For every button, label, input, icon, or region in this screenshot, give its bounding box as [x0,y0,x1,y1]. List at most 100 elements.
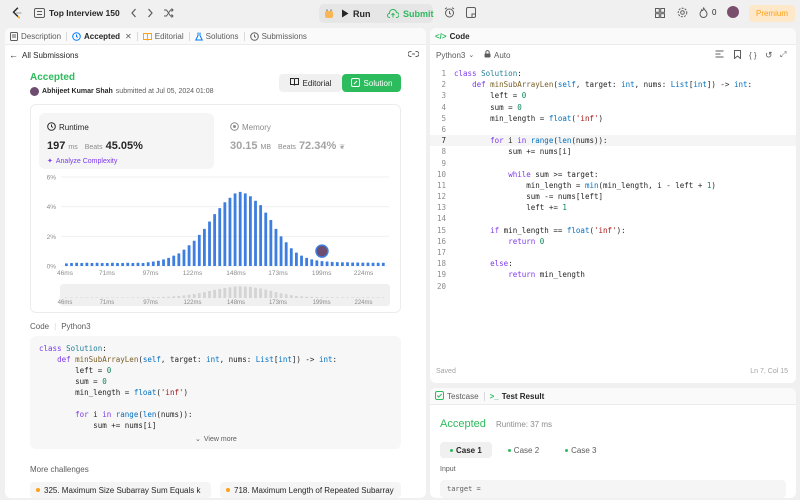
code-line[interactable]: 9 [430,158,796,169]
line-number: 10 [436,169,446,179]
language-select[interactable]: Python3 ⌄ [436,51,474,60]
overview-bar [70,297,73,299]
preview-line: def minSubArrayLen(self, target: int, nu… [57,355,338,364]
leetcode-logo[interactable] [10,6,24,20]
code-line[interactable]: 16 return 0 [430,236,796,247]
back-to-submissions[interactable]: ← All Submissions [9,50,78,60]
expand-icon[interactable]: ⤢ [780,50,786,60]
auto-mode[interactable]: Auto [484,50,510,60]
x-tick-label: 122ms [183,270,203,277]
code-line[interactable]: 10 while sum >= target: [430,169,796,180]
code-line[interactable]: 18 else: [430,258,796,269]
settings-gear-icon[interactable] [677,7,688,18]
tab-solutions[interactable]: Solutions [190,28,244,45]
play-icon [342,9,349,18]
code-line[interactable]: 12 sum -= nums[left] [430,191,796,202]
author-name[interactable]: Abhijeet Kumar Shah [42,88,113,95]
tab-code[interactable]: </> Code [430,28,475,45]
overview-bar [65,297,68,299]
code-line[interactable]: 19 return min_length [430,269,796,280]
case-tab[interactable]: Case 3 [555,442,606,458]
problem-list-nav[interactable]: Top Interview 150 [34,8,120,18]
submit-button[interactable]: Submit [387,4,434,23]
alarm-clock-icon[interactable] [444,7,455,18]
code-line[interactable]: 5 min_length = float('inf') [430,113,796,124]
debug-icon[interactable] [324,8,334,19]
memory-label-row: Memory [230,122,271,133]
bookmark-icon[interactable] [734,49,741,61]
case-tab[interactable]: Case 1 [440,442,492,458]
code-line[interactable]: 11 min_length = min(min_length, i - left… [430,180,796,191]
code-line[interactable]: 7 for i in range(len(nums)): [430,135,796,147]
close-tab-icon[interactable]: ✕ [125,32,132,41]
challenge-card[interactable]: 718. Maximum Length of Repeated Subarray [220,482,401,498]
distribution-bar [381,262,385,266]
runtime-stat[interactable]: Runtime 197 ms Beats 45.05% ✦ Analyze Co… [39,113,214,169]
memory-stat[interactable]: Memory 30.15 MB Beats 72.34% ❦ [222,113,394,169]
format-icon[interactable] [715,50,724,60]
distribution-bar [259,205,263,266]
test-result-panel: Testcase >_ Test Result Accepted Runtime… [430,388,796,498]
tab-editorial[interactable]: Editorial [138,28,189,45]
code-line[interactable]: 3 left = 0 [430,90,796,101]
tab-test-result-label: Test Result [501,391,545,401]
view-more-button[interactable]: ⌄ View more [195,435,237,444]
case-tab[interactable]: Case 2 [498,442,549,458]
tab-description[interactable]: Description [5,28,66,45]
solution-button[interactable]: Solution [342,74,401,92]
line-number: 18 [436,259,446,269]
code-line[interactable]: 15 if min_length == float('inf'): [430,225,796,236]
distribution-bar [116,263,119,266]
code-line[interactable]: 14 [430,213,796,224]
runtime-value-row: 197 ms Beats 45.05% [47,140,143,152]
distribution-bar [361,262,365,266]
tab-accepted[interactable]: Accepted ✕ [67,28,137,45]
user-avatar[interactable] [727,6,739,18]
line-text: class Solution: [454,69,522,78]
note-icon[interactable] [466,7,476,18]
overview-bar [279,293,283,298]
code-line[interactable]: 6 [430,124,796,135]
distribution-bar [162,259,165,266]
distribution-bar [269,220,273,266]
book-icon [142,32,152,41]
tab-testcase[interactable]: Testcase [430,388,484,405]
premium-button[interactable]: Premium [749,5,795,22]
code-line[interactable]: 17 [430,247,796,258]
challenge-card[interactable]: 325. Maximum Size Subarray Sum Equals k [30,482,211,498]
line-number: 4 [441,102,446,112]
code-line[interactable]: 4 sum = 0 [430,102,796,113]
pencil-icon [350,77,360,89]
tab-code-label: Code [449,31,470,41]
code-line[interactable]: 8 sum += nums[i] [430,146,796,157]
streak-counter[interactable]: 0 [699,7,716,18]
runtime-distribution-chart[interactable]: 6%4%2%0%46ms 71ms 97ms 122ms 148ms 173ms 199ms… [31,171,400,312]
distribution-bar [100,263,104,266]
shuffle-icon[interactable] [163,8,174,18]
prev-problem-icon[interactable] [130,8,138,18]
distribution-bar [218,208,222,266]
run-button[interactable]: Run [341,4,371,23]
tab-test-result[interactable]: >_ Test Result [485,388,550,405]
distribution-bar [238,191,242,266]
distribution-bar [126,262,130,266]
share-link-icon[interactable] [407,50,420,60]
next-problem-icon[interactable] [146,8,154,18]
overview-tick-label: 173ms [269,300,287,306]
code-line[interactable]: 1 class Solution: [430,68,796,79]
reset-icon[interactable]: ↺ [765,50,773,61]
analyze-complexity-link[interactable]: ✦ Analyze Complexity [47,157,117,166]
tab-submissions[interactable]: Submissions [245,28,312,45]
distribution-bar [182,249,186,266]
layout-grid-icon[interactable] [655,8,665,18]
code-line[interactable]: 20 [430,281,796,292]
preview-line: for i in range(len(nums)): [75,410,193,419]
pass-dot [507,448,511,452]
editorial-button[interactable]: Editorial [279,74,342,92]
code-line[interactable]: 13 left += 1 [430,202,796,213]
braces-icon[interactable]: { } [749,51,757,60]
code-line[interactable]: 2 def minSubArrayLen(self, target: int, … [430,79,796,90]
distribution-bar [284,242,288,266]
overview-bar [146,297,150,298]
code-lines[interactable]: 1 class Solution: 2 def minSubArrayLen(sel… [430,68,796,292]
